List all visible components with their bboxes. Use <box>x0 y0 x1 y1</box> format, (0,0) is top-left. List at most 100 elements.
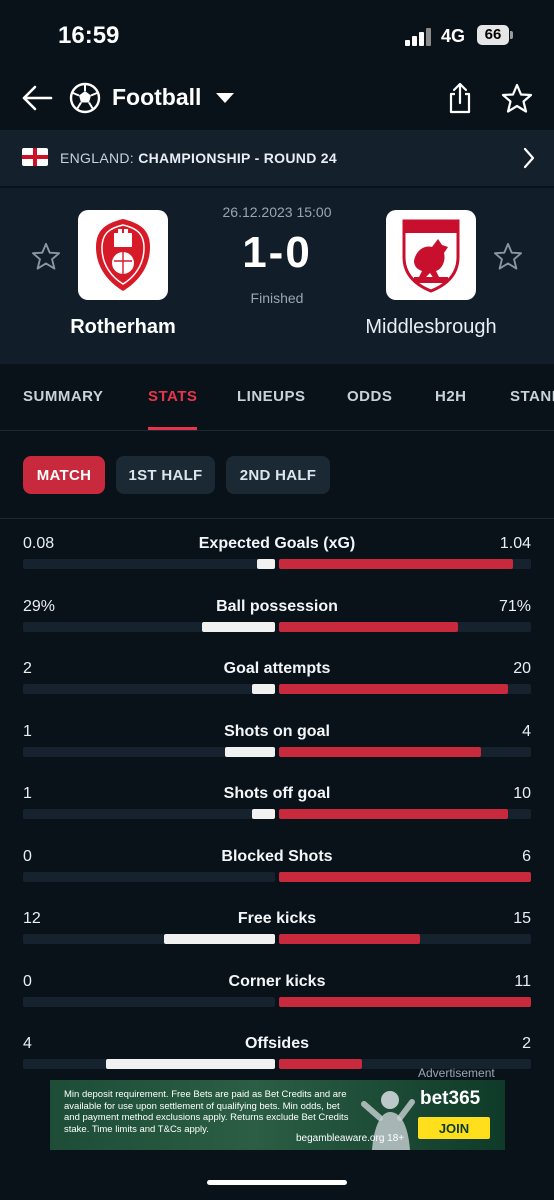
signal-icon <box>405 28 433 46</box>
away-team-name[interactable]: Middlesbrough <box>341 316 521 339</box>
stat-away-value: 15 <box>513 910 531 927</box>
stat-home-track <box>23 746 275 757</box>
stat-away-bar <box>279 871 531 882</box>
stat-row: 12 Free kicks 15 <box>0 910 554 972</box>
home-indicator <box>207 1180 347 1185</box>
stat-home-track <box>23 621 275 632</box>
filters-divider <box>0 518 554 519</box>
tab-standings-clip: STANDINGS <box>508 382 554 414</box>
football-icon <box>68 81 102 115</box>
stat-away-track <box>279 559 531 569</box>
tab-odds[interactable]: ODDS <box>347 388 392 405</box>
stat-away-bar <box>279 934 420 944</box>
middlesbrough-crest-icon[interactable] <box>386 210 476 300</box>
filter-match[interactable]: MATCH <box>23 456 105 494</box>
stat-row: 0 Corner kicks 11 <box>0 973 554 1035</box>
match-status: Finished <box>250 290 304 306</box>
dropdown-caret-icon[interactable] <box>214 90 236 106</box>
stat-row: 1 Shots on goal 4 <box>0 723 554 785</box>
stat-away-bar <box>279 684 508 694</box>
stat-label: Offsides <box>244 1035 309 1052</box>
stat-home-bar <box>225 746 275 757</box>
tab-standings[interactable]: STANDINGS <box>510 388 554 405</box>
stat-home-bar <box>106 1059 275 1069</box>
stat-label: Ball possession <box>216 597 338 615</box>
stat-label: Blocked Shots <box>221 847 333 865</box>
stat-away-value: 71% <box>498 597 531 615</box>
stat-away-value: 10 <box>513 785 531 802</box>
tab-lineups[interactable]: LINEUPS <box>237 388 306 405</box>
league-competition: CHAMPIONSHIP - ROUND 24 <box>138 150 337 166</box>
active-tab-indicator <box>148 427 197 430</box>
sport-title[interactable]: Football <box>112 84 201 111</box>
stat-away-bar <box>279 996 531 1007</box>
england-flag-icon <box>22 148 48 166</box>
match-score: 1-0 <box>242 228 312 277</box>
tab-h2h[interactable]: H2H <box>435 388 467 405</box>
stat-away-value: 1.04 <box>499 535 531 552</box>
stat-label: Expected Goals (xG) <box>198 535 356 552</box>
stat-away-track <box>279 871 531 882</box>
stat-label: Corner kicks <box>228 972 326 990</box>
stat-row: 0.08 Expected Goals (xG) 1.04 <box>0 535 554 597</box>
star-icon[interactable] <box>500 82 534 114</box>
stat-home-bar <box>252 684 275 694</box>
filter-1st-half[interactable]: 1ST HALF <box>116 456 215 494</box>
stat-away-track <box>279 746 531 757</box>
stat-row: 29% Ball possession 71% <box>0 598 554 660</box>
stat-label: Shots on goal <box>224 722 330 740</box>
share-icon[interactable] <box>444 80 476 116</box>
battery-nub <box>510 31 513 39</box>
league-name[interactable]: ENGLAND: CHAMPIONSHIP - ROUND 24 <box>60 150 337 166</box>
stat-away-track <box>279 809 531 819</box>
match-datetime: 26.12.2023 15:00 <box>222 204 332 220</box>
home-team-name[interactable]: Rotherham <box>33 316 213 339</box>
stat-away-value: 6 <box>522 847 531 865</box>
chevron-right-icon[interactable] <box>520 145 538 171</box>
stat-home-bar <box>257 559 275 569</box>
stat-label: Shots off goal <box>223 785 331 802</box>
stat-home-track <box>23 871 275 882</box>
stat-away-value: 11 <box>514 972 531 990</box>
stat-home-track <box>23 559 275 569</box>
stat-away-value: 2 <box>522 1035 531 1052</box>
stat-home-track <box>23 934 275 944</box>
back-arrow-icon[interactable] <box>20 82 54 114</box>
stat-label: Goal attempts <box>223 660 331 677</box>
stat-home-bar <box>164 934 275 944</box>
stat-home-track <box>23 996 275 1007</box>
stat-away-track <box>279 621 531 632</box>
stat-away-value: 4 <box>522 722 531 740</box>
tab-summary[interactable]: SUMMARY <box>23 388 103 405</box>
stat-row: 0 Blocked Shots 6 <box>0 848 554 910</box>
stat-away-bar <box>279 1059 362 1069</box>
ad-join-button[interactable]: JOIN <box>418 1117 490 1139</box>
stat-away-track <box>279 996 531 1007</box>
stat-away-track <box>279 934 531 944</box>
ad-disclaimer: Min deposit requirement. Free Bets are p… <box>64 1089 349 1135</box>
tab-stats[interactable]: STATS <box>148 388 197 405</box>
stat-row: 2 Goal attempts 20 <box>0 660 554 722</box>
stat-away-bar <box>279 559 513 569</box>
tabs-divider <box>0 430 554 431</box>
stat-home-track <box>23 1059 275 1069</box>
favorite-star-icon[interactable] <box>30 240 62 272</box>
ad-gamble-aware: begambleaware.org 18+ <box>296 1133 405 1144</box>
ad-brand-logo[interactable]: bet365 <box>420 1088 480 1110</box>
favorite-star-icon[interactable] <box>492 240 524 272</box>
league-country: ENGLAND: <box>60 150 134 166</box>
stat-home-track <box>23 684 275 694</box>
stat-away-bar <box>279 621 458 632</box>
rotherham-crest-icon[interactable] <box>78 210 168 300</box>
stat-home-bar <box>252 809 275 819</box>
filter-2nd-half[interactable]: 2ND HALF <box>226 456 330 494</box>
battery-icon: 66 <box>477 25 509 45</box>
stat-away-bar <box>279 809 508 819</box>
ad-label: Advertisement <box>418 1066 495 1080</box>
stat-row: 1 Shots off goal 10 <box>0 785 554 847</box>
stat-label: Free kicks <box>237 910 317 927</box>
stat-away-track <box>279 684 531 694</box>
status-time: 16:59 <box>58 22 120 49</box>
stat-away-bar <box>279 746 481 757</box>
stat-away-value: 20 <box>513 660 531 677</box>
